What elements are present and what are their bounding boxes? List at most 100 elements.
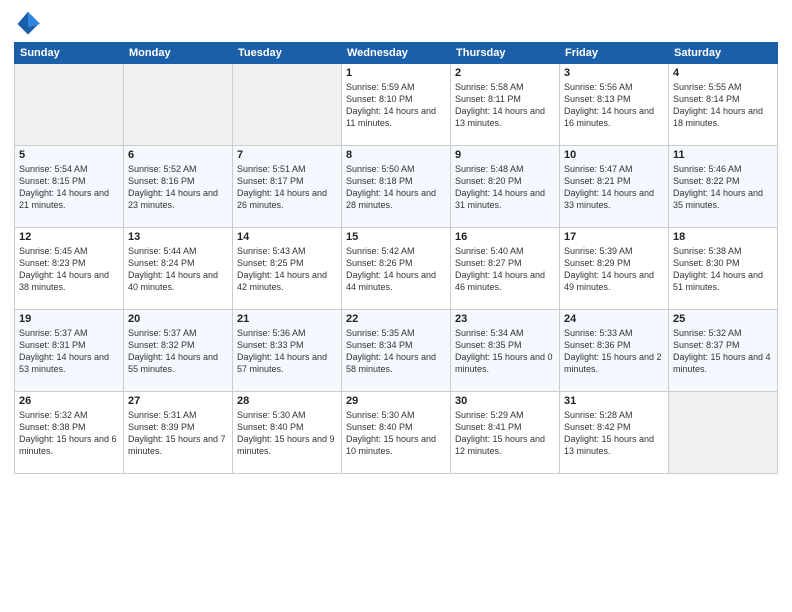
calendar-cell: 29Sunrise: 5:30 AMSunset: 8:40 PMDayligh… xyxy=(342,392,451,474)
day-number: 5 xyxy=(19,149,119,161)
day-info: Sunrise: 5:50 AMSunset: 8:18 PMDaylight:… xyxy=(346,163,446,212)
day-number: 27 xyxy=(128,395,228,407)
calendar-cell: 22 Sunrise: 5:35 AMSunset: 8:34 PMDayligh… xyxy=(342,310,451,392)
day-info: Sunrise: 5:31 AMSunset: 8:39 PMDaylight:… xyxy=(128,409,228,458)
day-number: 28 xyxy=(237,395,337,407)
day-number: 2 xyxy=(455,67,555,79)
calendar-cell xyxy=(233,64,342,146)
day-info: Sunrise: 5:42 AMSunset: 8:26 PMDaylight:… xyxy=(346,245,446,294)
weekday-header-saturday: Saturday xyxy=(669,43,778,64)
day-info: Sunrise: 5:38 AMSunset: 8:30 PMDaylight:… xyxy=(673,245,773,294)
calendar-cell: 11 Sunrise: 5:46 AMSunset: 8:22 PMDayligh… xyxy=(669,146,778,228)
day-number: 12 xyxy=(19,231,119,243)
day-number: 1 xyxy=(346,67,446,79)
day-number: 19 xyxy=(19,313,119,325)
calendar-cell: 13 Sunrise: 5:44 AMSunset: 8:24 PMDayligh… xyxy=(124,228,233,310)
day-number: 21 xyxy=(237,313,337,325)
day-info: Sunrise: 5:37 AMSunset: 8:31 PMDaylight:… xyxy=(19,327,119,376)
calendar-container: SundayMondayTuesdayWednesdayThursdayFrid… xyxy=(0,0,792,612)
day-number: 3 xyxy=(564,67,664,79)
day-info: Sunrise: 5:43 AMSunset: 8:25 PMDaylight:… xyxy=(237,245,337,294)
calendar-cell: 20 Sunrise: 5:37 AMSunset: 8:32 PMDayligh… xyxy=(124,310,233,392)
weekday-header-thursday: Thursday xyxy=(451,43,560,64)
day-info: Sunrise: 5:35 AMSunset: 8:34 PMDaylight:… xyxy=(346,327,446,376)
day-info: Sunrise: 5:32 AMSunset: 8:37 PMDaylight:… xyxy=(673,327,773,376)
calendar-week-3: 12 Sunrise: 5:45 AMSunset: 8:23 PMDayligh… xyxy=(15,228,778,310)
calendar-cell: 30 Sunrise: 5:29 AMSunset: 8:41 PMDayligh… xyxy=(451,392,560,474)
calendar-cell: 14 Sunrise: 5:43 AMSunset: 8:25 PMDayligh… xyxy=(233,228,342,310)
day-info: Sunrise: 5:51 AMSunset: 8:17 PMDaylight:… xyxy=(237,163,337,212)
calendar-cell: 1 Sunrise: 5:59 AMSunset: 8:10 PMDaylight… xyxy=(342,64,451,146)
calendar-cell: 18Sunrise: 5:38 AMSunset: 8:30 PMDayligh… xyxy=(669,228,778,310)
weekday-header-wednesday: Wednesday xyxy=(342,43,451,64)
day-number: 16 xyxy=(455,231,555,243)
day-number: 4 xyxy=(673,67,773,79)
weekday-header-tuesday: Tuesday xyxy=(233,43,342,64)
day-info: Sunrise: 5:48 AMSunset: 8:20 PMDaylight:… xyxy=(455,163,555,212)
calendar-cell: 3 Sunrise: 5:56 AMSunset: 8:13 PMDaylight… xyxy=(560,64,669,146)
day-info: Sunrise: 5:30 AMSunset: 8:40 PMDaylight:… xyxy=(346,409,446,458)
day-number: 31 xyxy=(564,395,664,407)
calendar-cell: 16 Sunrise: 5:40 AMSunset: 8:27 PMDayligh… xyxy=(451,228,560,310)
calendar-cell xyxy=(669,392,778,474)
calendar-cell: 31Sunrise: 5:28 AMSunset: 8:42 PMDayligh… xyxy=(560,392,669,474)
calendar-cell: 24 Sunrise: 5:33 AMSunset: 8:36 PMDayligh… xyxy=(560,310,669,392)
day-number: 30 xyxy=(455,395,555,407)
day-info: Sunrise: 5:39 AMSunset: 8:29 PMDaylight:… xyxy=(564,245,664,294)
day-info: Sunrise: 5:37 AMSunset: 8:32 PMDaylight:… xyxy=(128,327,228,376)
calendar-week-5: 26Sunrise: 5:32 AMSunset: 8:38 PMDayligh… xyxy=(15,392,778,474)
calendar-week-2: 5Sunrise: 5:54 AMSunset: 8:15 PMDaylight… xyxy=(15,146,778,228)
day-info: Sunrise: 5:55 AMSunset: 8:14 PMDaylight:… xyxy=(673,81,773,130)
calendar-cell xyxy=(124,64,233,146)
logo xyxy=(14,10,46,38)
calendar-week-1: 1 Sunrise: 5:59 AMSunset: 8:10 PMDaylight… xyxy=(15,64,778,146)
weekday-header-sunday: Sunday xyxy=(15,43,124,64)
calendar-week-4: 19 Sunrise: 5:37 AMSunset: 8:31 PMDayligh… xyxy=(15,310,778,392)
day-info: Sunrise: 5:45 AMSunset: 8:23 PMDaylight:… xyxy=(19,245,119,294)
calendar-cell: 25 Sunrise: 5:32 AMSunset: 8:37 PMDayligh… xyxy=(669,310,778,392)
day-info: Sunrise: 5:33 AMSunset: 8:36 PMDaylight:… xyxy=(564,327,664,376)
day-number: 23 xyxy=(455,313,555,325)
day-number: 25 xyxy=(673,313,773,325)
day-info: Sunrise: 5:32 AMSunset: 8:38 PMDaylight:… xyxy=(19,409,119,458)
calendar-cell: 8 Sunrise: 5:50 AMSunset: 8:18 PMDaylight… xyxy=(342,146,451,228)
calendar-table: SundayMondayTuesdayWednesdayThursdayFrid… xyxy=(14,42,778,474)
day-info: Sunrise: 5:46 AMSunset: 8:22 PMDaylight:… xyxy=(673,163,773,212)
calendar-cell: 5Sunrise: 5:54 AMSunset: 8:15 PMDaylight… xyxy=(15,146,124,228)
day-number: 22 xyxy=(346,313,446,325)
calendar-header: SundayMondayTuesdayWednesdayThursdayFrid… xyxy=(15,43,778,64)
header xyxy=(14,10,778,38)
weekday-header-friday: Friday xyxy=(560,43,669,64)
calendar-body: 1 Sunrise: 5:59 AMSunset: 8:10 PMDaylight… xyxy=(15,64,778,474)
day-info: Sunrise: 5:36 AMSunset: 8:33 PMDaylight:… xyxy=(237,327,337,376)
calendar-cell: 10Sunrise: 5:47 AMSunset: 8:21 PMDayligh… xyxy=(560,146,669,228)
day-number: 6 xyxy=(128,149,228,161)
calendar-cell: 17 Sunrise: 5:39 AMSunset: 8:29 PMDayligh… xyxy=(560,228,669,310)
day-number: 14 xyxy=(237,231,337,243)
day-number: 9 xyxy=(455,149,555,161)
calendar-cell: 9 Sunrise: 5:48 AMSunset: 8:20 PMDaylight… xyxy=(451,146,560,228)
calendar-cell: 2 Sunrise: 5:58 AMSunset: 8:11 PMDaylight… xyxy=(451,64,560,146)
day-number: 20 xyxy=(128,313,228,325)
day-info: Sunrise: 5:47 AMSunset: 8:21 PMDaylight:… xyxy=(564,163,664,212)
calendar-cell xyxy=(15,64,124,146)
calendar-cell: 27 Sunrise: 5:31 AMSunset: 8:39 PMDayligh… xyxy=(124,392,233,474)
day-number: 13 xyxy=(128,231,228,243)
day-info: Sunrise: 5:29 AMSunset: 8:41 PMDaylight:… xyxy=(455,409,555,458)
day-info: Sunrise: 5:58 AMSunset: 8:11 PMDaylight:… xyxy=(455,81,555,130)
calendar-cell: 6 Sunrise: 5:52 AMSunset: 8:16 PMDaylight… xyxy=(124,146,233,228)
day-number: 17 xyxy=(564,231,664,243)
day-info: Sunrise: 5:40 AMSunset: 8:27 PMDaylight:… xyxy=(455,245,555,294)
day-number: 8 xyxy=(346,149,446,161)
day-number: 11 xyxy=(673,149,773,161)
weekday-header-monday: Monday xyxy=(124,43,233,64)
day-info: Sunrise: 5:56 AMSunset: 8:13 PMDaylight:… xyxy=(564,81,664,130)
day-info: Sunrise: 5:34 AMSunset: 8:35 PMDaylight:… xyxy=(455,327,555,376)
calendar-cell: 21 Sunrise: 5:36 AMSunset: 8:33 PMDayligh… xyxy=(233,310,342,392)
day-info: Sunrise: 5:59 AMSunset: 8:10 PMDaylight:… xyxy=(346,81,446,130)
weekday-row: SundayMondayTuesdayWednesdayThursdayFrid… xyxy=(15,43,778,64)
day-info: Sunrise: 5:44 AMSunset: 8:24 PMDaylight:… xyxy=(128,245,228,294)
day-info: Sunrise: 5:52 AMSunset: 8:16 PMDaylight:… xyxy=(128,163,228,212)
day-number: 24 xyxy=(564,313,664,325)
calendar-cell: 7Sunrise: 5:51 AMSunset: 8:17 PMDaylight… xyxy=(233,146,342,228)
